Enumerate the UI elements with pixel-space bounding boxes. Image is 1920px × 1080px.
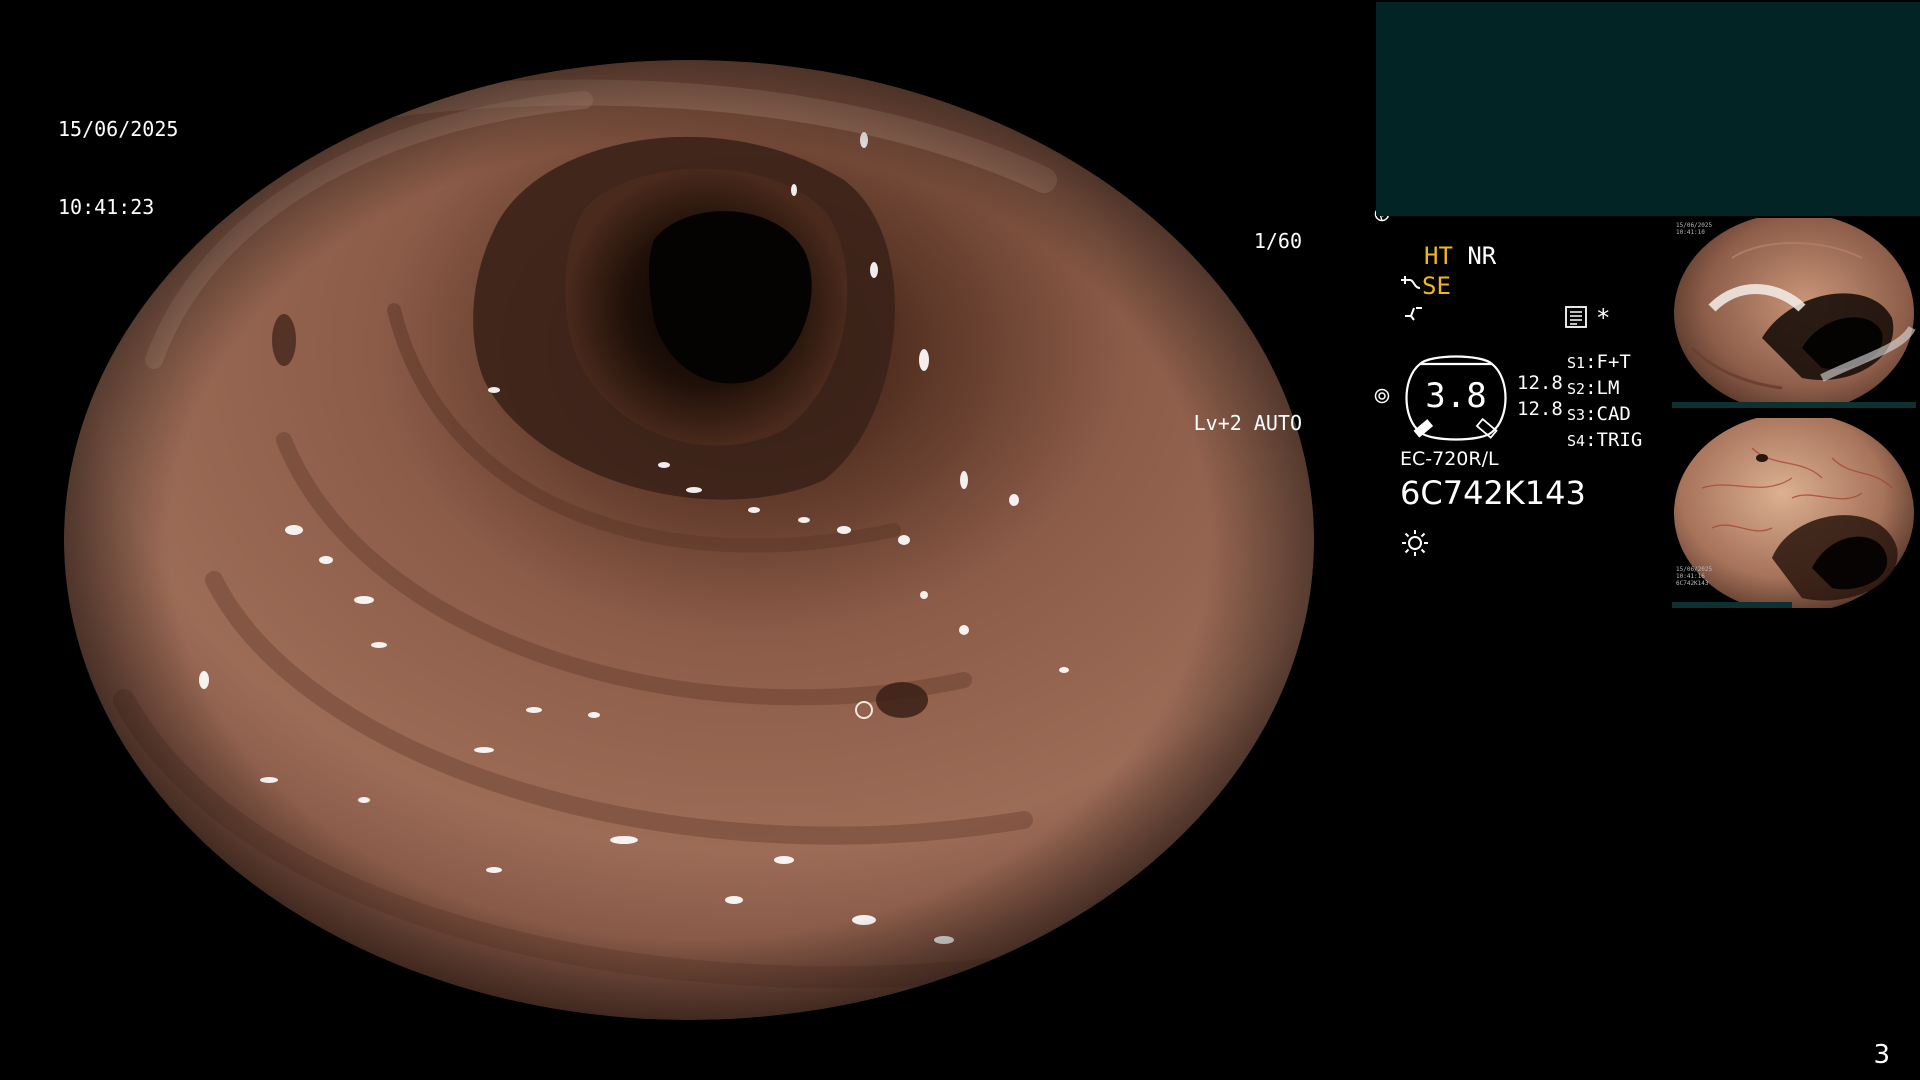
thumbnail-1-stamp: 15/06/2025 10:41:10: [1676, 222, 1713, 236]
thumbnail-2-stamp: 15/06/2025 10:41:16 6C742K143: [1676, 566, 1713, 587]
asterisk-icon: *: [1596, 304, 1611, 332]
switch-separator: :: [1585, 351, 1597, 373]
switch-separator: :: [1585, 429, 1597, 451]
scope-serial: 6C742K143: [1400, 474, 1586, 512]
gauge-value: 3.8: [1425, 376, 1487, 416]
thumbnail-2-bar: [1672, 602, 1792, 608]
light-source-icon: [1400, 528, 1430, 562]
switch-label: LM: [1596, 377, 1620, 399]
switch-separator: :: [1585, 403, 1597, 425]
mode-row-1: HT NR: [1424, 242, 1496, 270]
gauge-readout-2: 12.8: [1517, 398, 1563, 420]
scope-model: EC-720R/L: [1400, 448, 1499, 470]
switch-row-s4: S4:TRIG: [1567, 428, 1642, 454]
exposure-block: 1/60 Lv+2 AUTO: [1140, 98, 1390, 488]
level-row: Lv+2 AUTO: [1140, 332, 1390, 462]
switch-row-s1: S1:F+T: [1567, 350, 1642, 376]
level-text: Lv+2 AUTO: [1193, 411, 1302, 435]
switch-key: S2: [1567, 380, 1586, 398]
switch-label: CAD: [1596, 403, 1631, 425]
record-icon: [1565, 306, 1587, 332]
nr-mode: NR: [1467, 242, 1497, 270]
datetime-block: 15/06/2025 10:41:23: [58, 64, 178, 246]
switch-key: S4: [1567, 432, 1586, 450]
switch-row-s2: S2:LM: [1567, 376, 1642, 402]
mode-row-2: SE: [1400, 272, 1451, 300]
switch-row-s3: S3:CAD: [1567, 402, 1642, 428]
endoscope-view: [64, 60, 1314, 1020]
thumbnail-2[interactable]: 15/06/2025 10:41:16 6C742K143: [1672, 418, 1916, 608]
thumbnail-image-1: [1674, 218, 1916, 408]
switch-label: F+T: [1596, 351, 1631, 373]
iris-icon: [1302, 358, 1390, 436]
gauge-readouts: 12.8 12.8: [1517, 370, 1563, 422]
se-mode: SE: [1422, 272, 1451, 300]
flash-icon: [1402, 304, 1422, 328]
aperture-icon: [1302, 176, 1390, 254]
gauge-readout-1: 12.8: [1517, 372, 1563, 394]
info-panel-top: [1376, 2, 1920, 216]
switch-label: TRIG: [1596, 429, 1643, 451]
shutter-text: 1/60: [1253, 229, 1302, 253]
switch-list: S1:F+T S2:LM S3:CAD S4:TRIG: [1567, 350, 1642, 454]
ht-mode: HT: [1424, 242, 1453, 270]
thumbnail-1[interactable]: 15/06/2025 10:41:10: [1672, 218, 1916, 408]
switch-key: S3: [1567, 406, 1586, 424]
endoscope-image: [64, 60, 1314, 1020]
time-text: 10:41:23: [58, 195, 155, 219]
processor-info: HT NR SE * 3.8 12.8 12.8 S1:F+T S2:LM S3:C…: [1400, 242, 1670, 572]
date-text: 15/06/2025: [58, 117, 179, 141]
shutter-row: 1/60: [1140, 150, 1390, 280]
scope-bend-icon: [1400, 272, 1422, 300]
thumbnail-1-bar: [1672, 402, 1916, 408]
page-number: 3: [1873, 1040, 1890, 1070]
switch-key: S1: [1567, 354, 1586, 372]
switch-separator: :: [1585, 377, 1597, 399]
magnification-gauge: 3.8: [1400, 352, 1512, 441]
